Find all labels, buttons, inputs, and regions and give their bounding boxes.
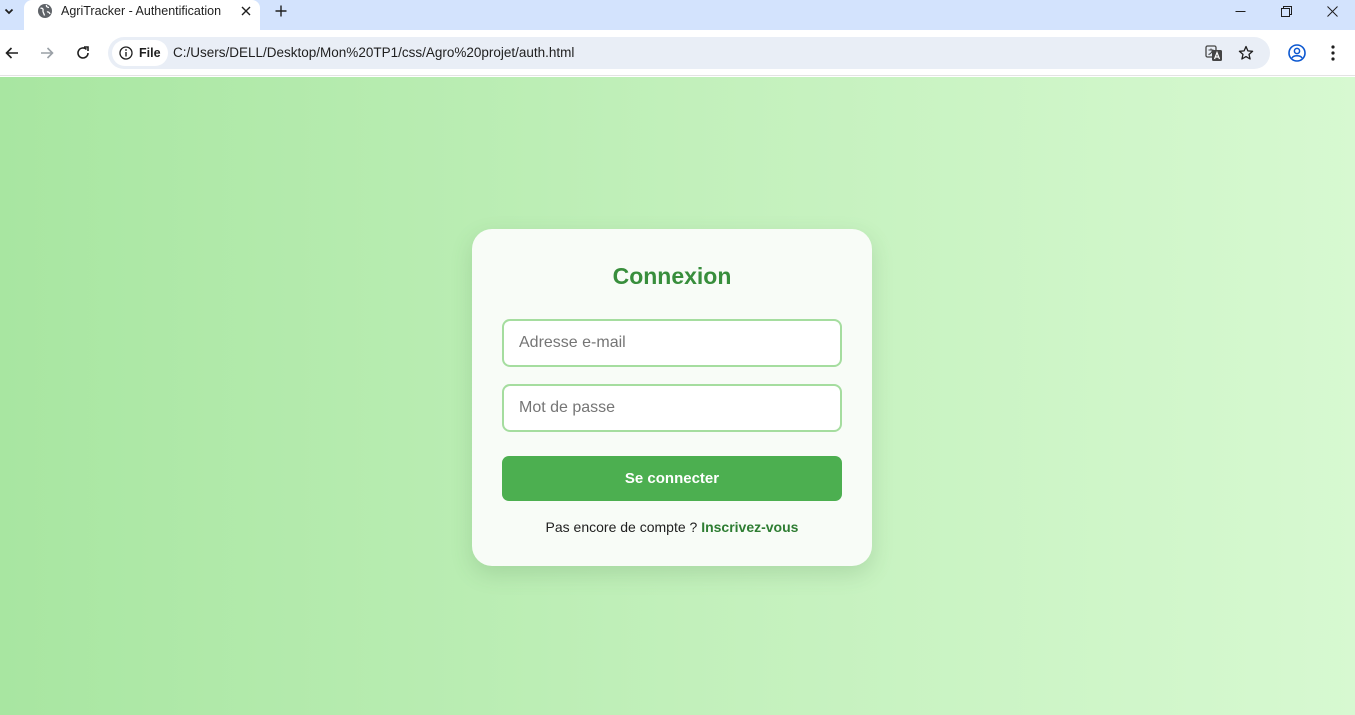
minimize-icon [1235, 10, 1245, 12]
reload-button[interactable] [71, 41, 95, 65]
restore-button[interactable] [1266, 0, 1306, 22]
back-button[interactable] [0, 41, 24, 65]
plus-icon [275, 5, 287, 17]
active-tab[interactable]: AgriTracker - Authentification [24, 0, 260, 30]
signup-prompt-text: Pas encore de compte ? [545, 519, 702, 535]
restore-icon [1280, 5, 1292, 17]
profile-icon[interactable] [1286, 42, 1308, 64]
translate-icon[interactable] [1203, 42, 1225, 64]
chevron-down-icon [4, 8, 14, 15]
forward-button[interactable] [35, 41, 59, 65]
new-tab-button[interactable] [271, 1, 291, 21]
close-icon [241, 6, 251, 16]
site-info-chip[interactable]: File [112, 40, 168, 66]
url-text[interactable]: C:/Users/DELL/Desktop/Mon%20TP1/css/Agro… [173, 45, 574, 60]
star-icon[interactable] [1235, 42, 1257, 64]
login-title: Connexion [612, 263, 732, 289]
address-bar[interactable]: File C:/Users/DELL/Desktop/Mon%20TP1/css… [108, 37, 1270, 69]
minimize-button[interactable] [1220, 0, 1260, 22]
reload-icon [77, 46, 89, 59]
arrow-right-icon [41, 47, 54, 59]
signup-link[interactable]: Inscrivez-vous [701, 519, 798, 535]
more-vertical-icon[interactable] [1322, 42, 1344, 64]
login-button[interactable]: Se connecter [502, 456, 842, 501]
password-field[interactable] [502, 384, 842, 432]
tab-search-button[interactable] [0, 0, 18, 22]
window-close-button[interactable] [1312, 0, 1352, 22]
close-icon [1326, 5, 1338, 17]
tab-close-button[interactable] [237, 2, 255, 20]
email-field[interactable] [502, 319, 842, 367]
browser-toolbar: File C:/Users/DELL/Desktop/Mon%20TP1/css… [0, 30, 1355, 76]
info-icon [119, 46, 133, 60]
site-info-label: File [139, 46, 161, 60]
tab-strip: AgriTracker - Authentification [0, 0, 1355, 30]
arrow-left-icon [5, 47, 18, 59]
globe-icon [38, 4, 52, 18]
signup-prompt: Pas encore de compte ? Inscrivez-vous [472, 519, 872, 535]
tab-title: AgriTracker - Authentification [61, 4, 222, 18]
page-background: Connexion Se connecter Pas encore de com… [0, 77, 1355, 715]
login-card: Connexion Se connecter Pas encore de com… [472, 229, 872, 566]
